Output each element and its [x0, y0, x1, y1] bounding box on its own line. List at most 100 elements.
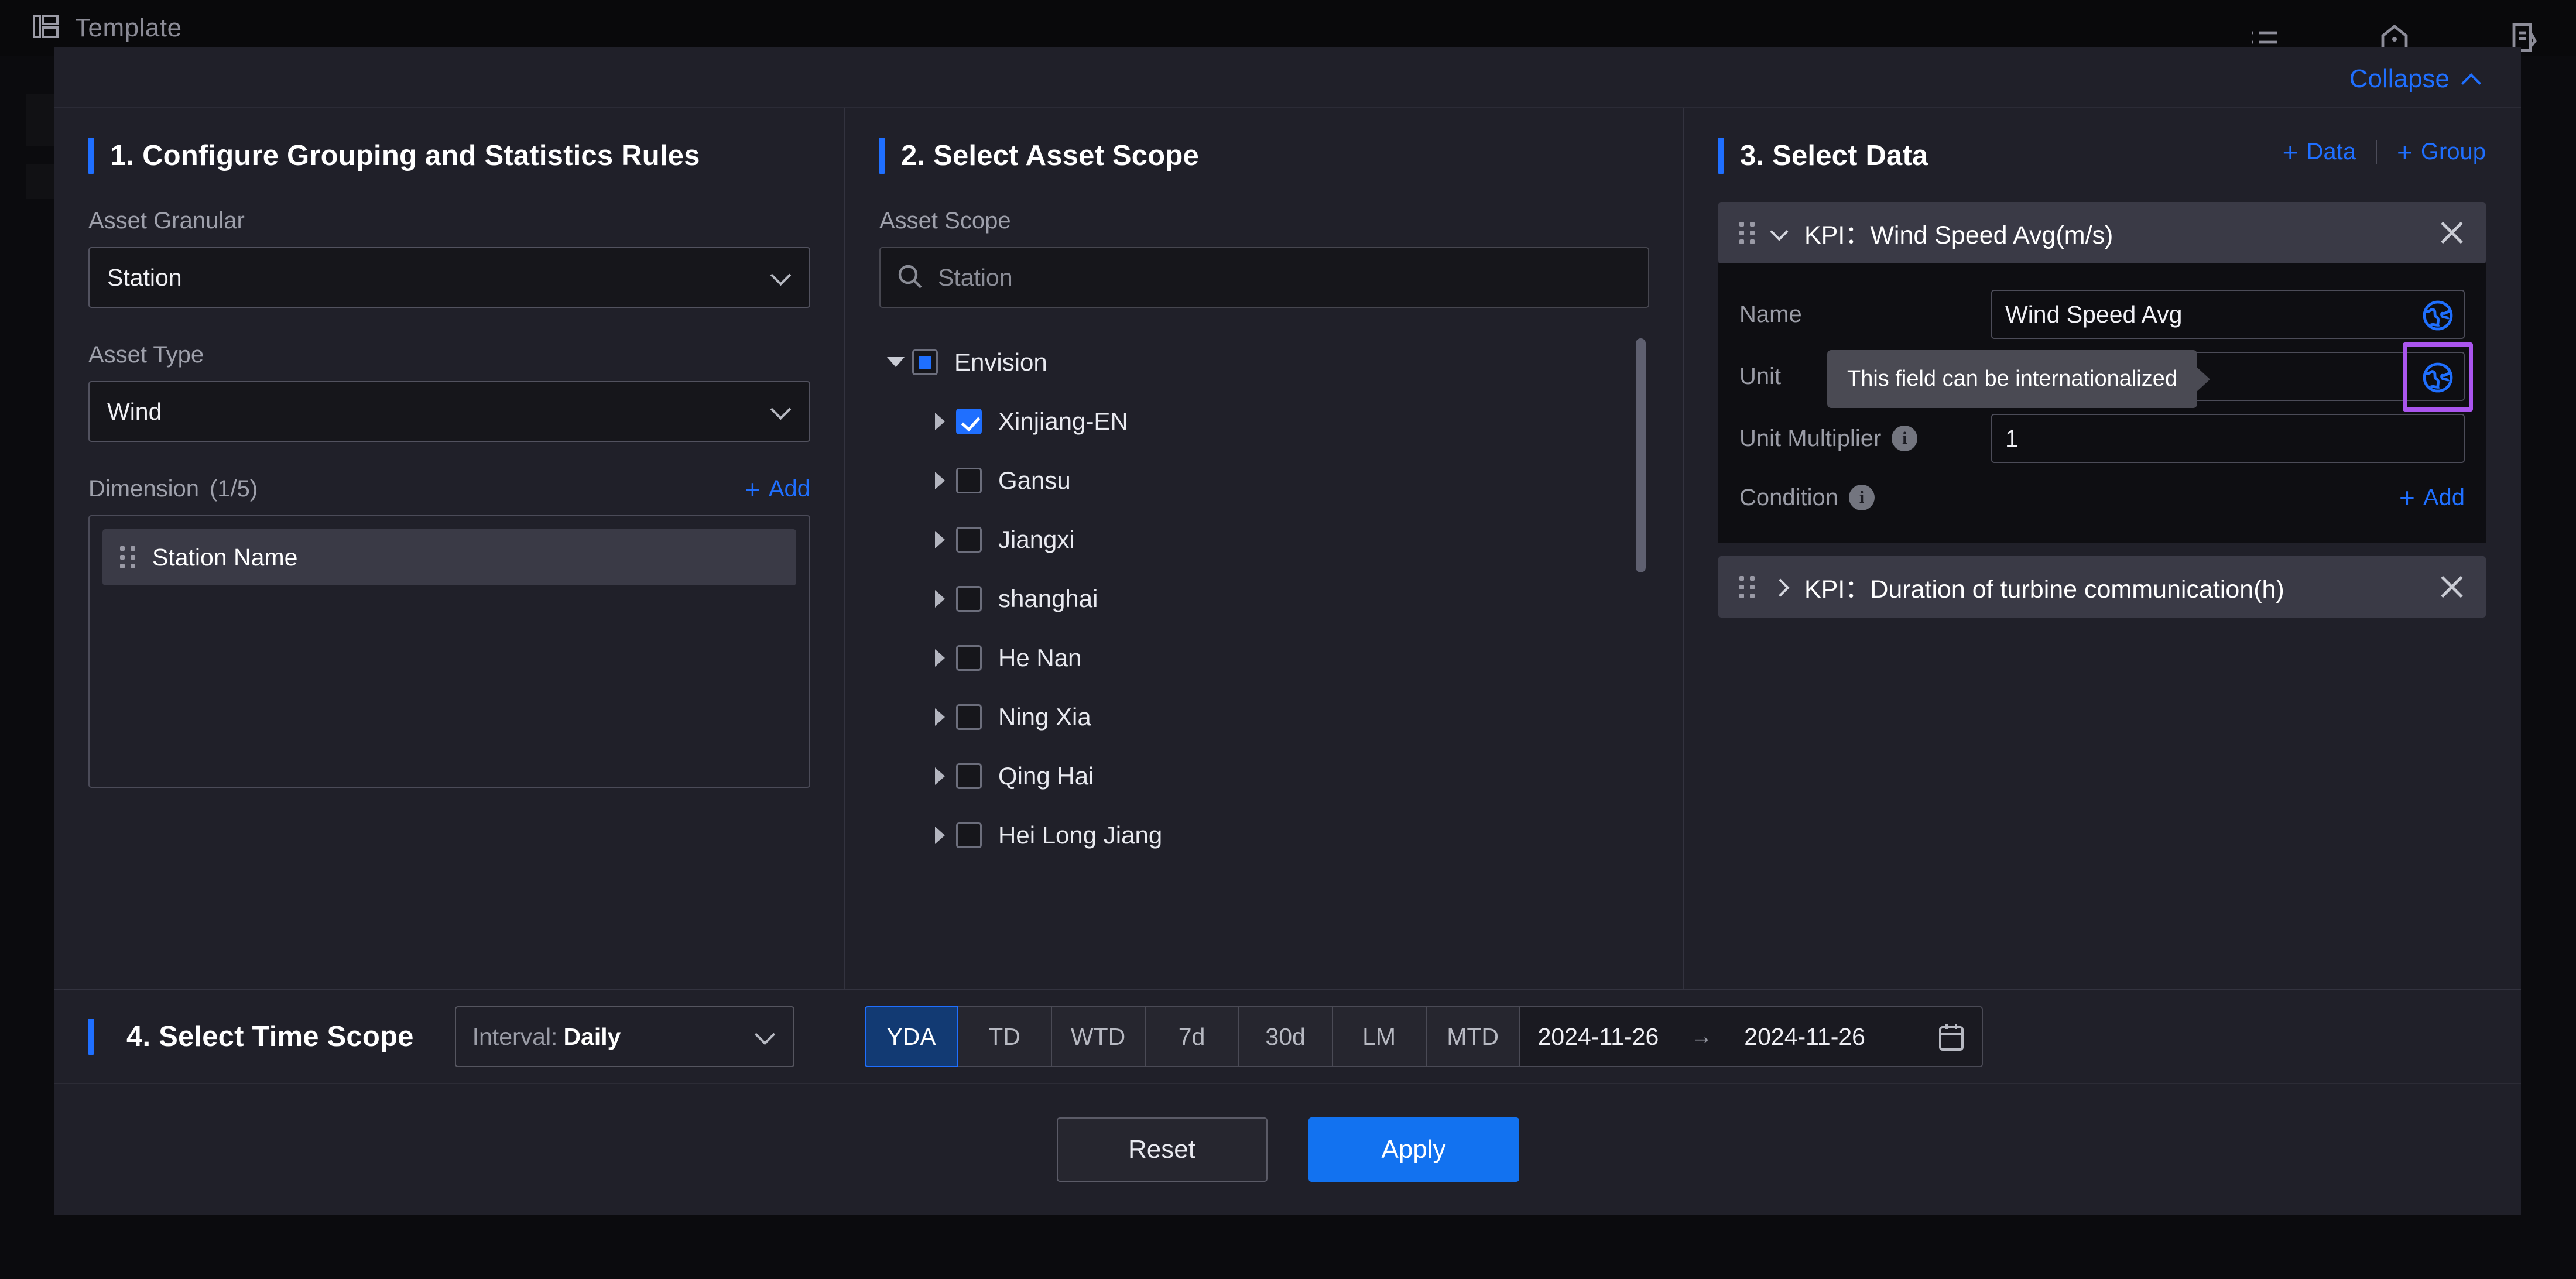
remove-kpi-button[interactable] — [2438, 572, 2466, 601]
dimension-item[interactable]: Station Name — [102, 529, 796, 585]
add-data-button[interactable]: + Data — [2282, 136, 2356, 167]
chevron-up-icon — [2462, 70, 2480, 88]
tree-node-qing-hai[interactable]: Qing Hai — [879, 746, 1649, 805]
asset-type-value: Wind — [107, 397, 162, 425]
tree-checkbox[interactable] — [956, 644, 982, 671]
tree-scrollbar[interactable] — [1636, 338, 1646, 572]
time-range-30d[interactable]: 30d — [1239, 1006, 1333, 1067]
kpi-header-value: Duration of turbine communication(h) — [1870, 575, 2284, 604]
kpi-field-unit: Unit This field can be internationalized — [1739, 342, 2473, 412]
tree-node-xinjiang-en[interactable]: Xinjiang-EN — [879, 392, 1649, 451]
add-condition-button[interactable]: + Add — [2399, 484, 2465, 511]
chevron-right-icon[interactable] — [923, 708, 956, 726]
tree-checkbox[interactable] — [956, 467, 982, 493]
kpi-name-input[interactable]: Wind Speed Avg — [1991, 290, 2465, 339]
tree-node-gansu[interactable]: Gansu — [879, 451, 1649, 510]
search-input[interactable] — [938, 263, 1632, 292]
add-group-button[interactable]: + Group — [2396, 136, 2486, 167]
time-range-td[interactable]: TD — [958, 1006, 1052, 1067]
kpi-header-value: Wind Speed Avg(m/s) — [1870, 221, 2113, 249]
kpi-card-turbine-communication: KPI：Duration of turbine communication(h) — [1718, 556, 2486, 618]
globe-i18n-icon[interactable] — [2420, 360, 2455, 395]
time-range-wtd[interactable]: WTD — [1051, 1006, 1146, 1067]
chevron-down-icon[interactable] — [1772, 225, 1788, 241]
kpi-header-text: KPI：Duration of turbine communication(h) — [1804, 569, 2284, 605]
remove-kpi-button[interactable] — [2438, 218, 2466, 246]
date-end[interactable]: 2024-11-26 — [1744, 1023, 1865, 1051]
tree-checkbox[interactable] — [956, 822, 982, 848]
tree-node-envision[interactable]: Envision — [879, 332, 1649, 392]
asset-granular-select[interactable]: Station — [88, 247, 810, 308]
chevron-right-icon[interactable] — [923, 649, 956, 667]
tree-node-label: Jiangxi — [998, 525, 1075, 553]
chevron-down-icon[interactable] — [879, 357, 912, 367]
date-start[interactable]: 2024-11-26 — [1538, 1023, 1659, 1051]
drag-handle-icon[interactable] — [120, 546, 136, 568]
plus-icon: + — [2282, 136, 2298, 167]
apply-button[interactable]: Apply — [1308, 1117, 1519, 1182]
kpi-header-prefix: KPI： — [1804, 221, 1871, 249]
time-range-mtd[interactable]: MTD — [1426, 1006, 1520, 1067]
app-title: Template — [75, 13, 182, 42]
drag-handle-icon[interactable] — [1739, 221, 1755, 244]
plus-icon: + — [2396, 136, 2413, 167]
tree-checkbox[interactable] — [912, 349, 938, 375]
panel-columns: 1. Configure Grouping and Statistics Rul… — [54, 108, 2521, 989]
add-dimension-button[interactable]: + Add — [744, 474, 810, 505]
kpi-header-prefix: KPI： — [1804, 575, 1871, 604]
time-range-7d[interactable]: 7d — [1145, 1006, 1239, 1067]
kpi-card-header[interactable]: KPI：Duration of turbine communication(h) — [1718, 556, 2486, 618]
asset-scope-tree: Envision Xinjiang-EN Gansu Jiangxi shang… — [879, 332, 1649, 859]
chevron-right-icon[interactable] — [923, 826, 956, 844]
add-group-label: Group — [2420, 139, 2486, 164]
section-configure-grouping: 1. Configure Grouping and Statistics Rul… — [54, 108, 844, 989]
tree-node-ning-xia[interactable]: Ning Xia — [879, 687, 1649, 746]
tree-node-he-nan[interactable]: He Nan — [879, 628, 1649, 687]
tree-node-label: Hei Long Jiang — [998, 821, 1163, 849]
tree-checkbox[interactable] — [956, 526, 982, 553]
chevron-right-icon[interactable] — [923, 767, 956, 785]
calendar-icon[interactable] — [1937, 1023, 1965, 1053]
kpi-card-header[interactable]: KPI：Wind Speed Avg(m/s) — [1718, 202, 2486, 263]
interval-select[interactable]: Interval: Daily — [454, 1006, 794, 1067]
add-condition-label: Add — [2423, 484, 2465, 510]
date-range-picker[interactable]: 2024-11-26 → 2024-11-26 — [1520, 1006, 1983, 1067]
tree-node-jiangxi[interactable]: Jiangxi — [879, 510, 1649, 569]
chevron-right-icon[interactable] — [923, 471, 956, 489]
tree-checkbox[interactable] — [956, 585, 982, 612]
asset-type-select[interactable]: Wind — [88, 381, 810, 442]
chevron-down-icon — [756, 1027, 773, 1045]
chevron-right-icon[interactable] — [923, 530, 956, 548]
kpi-name-value: Wind Speed Avg — [2005, 300, 2183, 328]
section-select-data: 3. Select Data + Data + Group KPI：Wind S… — [1683, 108, 2520, 989]
collapse-button[interactable]: Collapse — [2349, 64, 2480, 94]
asset-scope-search[interactable] — [879, 247, 1649, 308]
tree-node-shanghai[interactable]: shanghai — [879, 569, 1649, 628]
tree-node-hei-long-jiang[interactable]: Hei Long Jiang — [879, 805, 1649, 859]
tree-checkbox[interactable] — [956, 704, 982, 730]
reset-button[interactable]: Reset — [1056, 1117, 1268, 1182]
section-1-header: 1. Configure Grouping and Statistics Rul… — [88, 138, 810, 174]
dimension-list: Station Name — [88, 515, 810, 788]
time-range-yda[interactable]: YDA — [864, 1006, 958, 1067]
tree-checkbox[interactable] — [956, 763, 982, 789]
plus-icon: + — [744, 474, 761, 505]
tree-checkbox[interactable] — [956, 408, 982, 434]
tree-node-label: Gansu — [998, 466, 1071, 494]
globe-i18n-icon[interactable] — [2420, 298, 2455, 333]
interval-value: Daily — [563, 1023, 621, 1050]
chevron-right-icon[interactable] — [923, 412, 956, 430]
kpi-name-label: Name — [1739, 301, 1802, 327]
chevron-right-icon[interactable] — [923, 589, 956, 608]
info-icon[interactable]: i — [1892, 426, 1918, 451]
section-1-title: 1. Configure Grouping and Statistics Rul… — [110, 140, 700, 172]
kpi-unit-multiplier-input[interactable]: 1 — [1991, 414, 2465, 463]
chevron-right-icon[interactable] — [1772, 579, 1788, 595]
tree-node-label: Qing Hai — [998, 762, 1094, 790]
kpi-field-name: Name Wind Speed Avg — [1739, 283, 2465, 345]
section-3-title: 3. Select Data — [1740, 140, 1928, 172]
drag-handle-icon[interactable] — [1739, 575, 1755, 598]
i18n-tooltip: This field can be internationalized — [1827, 350, 2211, 408]
info-icon[interactable]: i — [1849, 485, 1875, 510]
time-range-lm[interactable]: LM — [1332, 1006, 1427, 1067]
